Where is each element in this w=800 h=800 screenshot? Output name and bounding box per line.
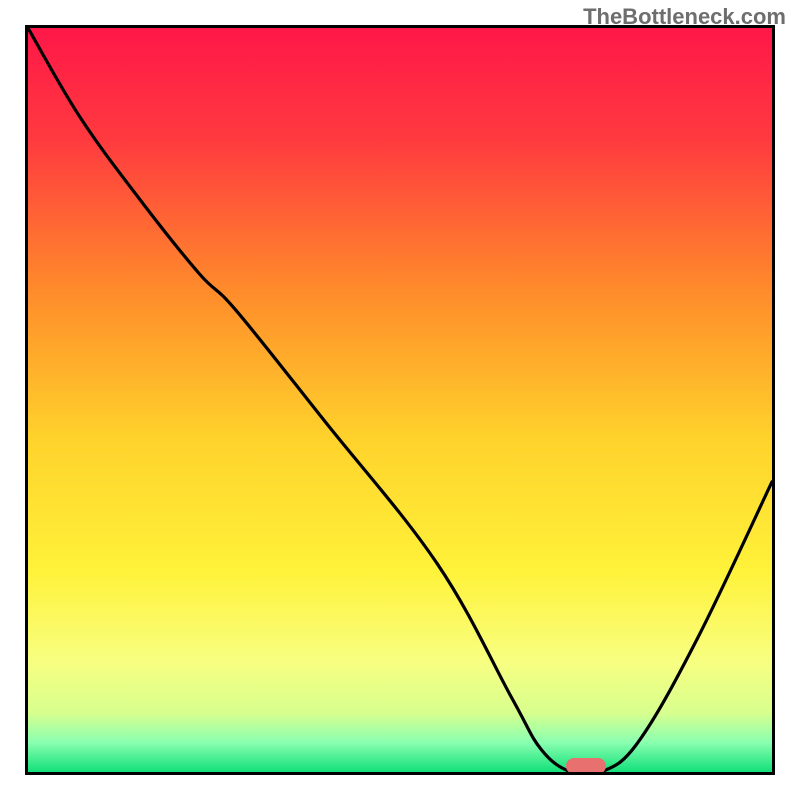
bottleneck-curve xyxy=(28,28,772,772)
curve-path xyxy=(28,28,772,772)
plot-frame xyxy=(25,25,775,775)
optimal-marker xyxy=(566,758,606,774)
